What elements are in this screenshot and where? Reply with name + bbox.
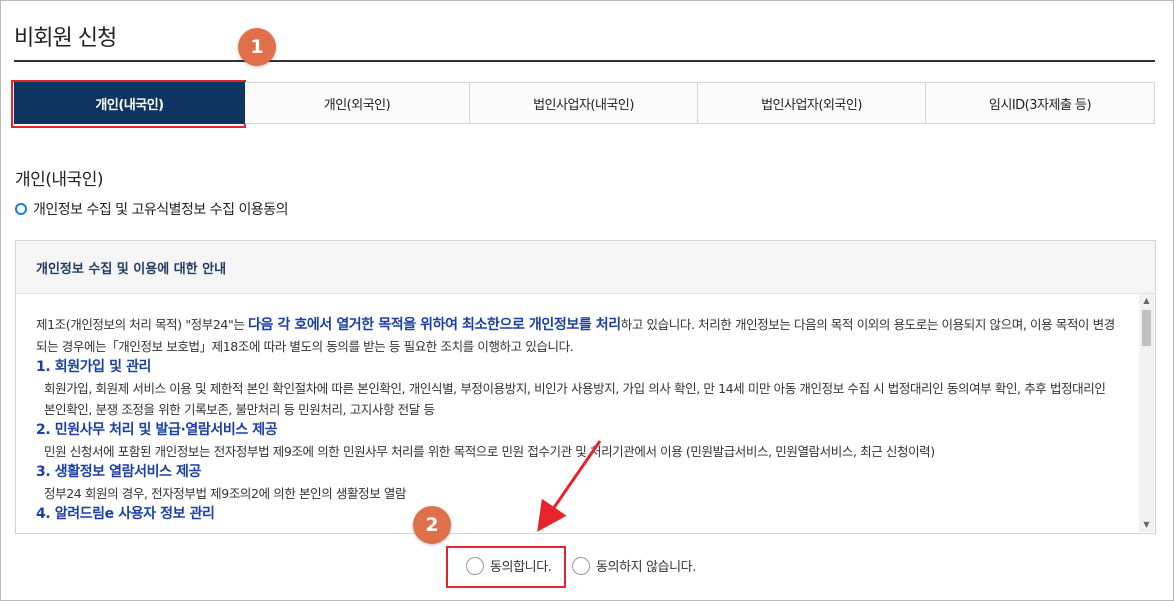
title-divider [14,60,1155,62]
notice-scroll-area[interactable]: 제1조(개인정보의 처리 목적) "정부24"는 다음 각 호에서 열거한 목적… [16,294,1139,532]
applicant-type-tabs: 개인(내국인) 개인(외국인) 법인사업자(내국인) 법인사업자(외국인) 임시… [14,82,1155,124]
intro-pre: 제1조(개인정보의 처리 목적) "정부24"는 [36,317,249,332]
tab-temporary-id[interactable]: 임시ID(3자제출 등) [926,82,1155,124]
tab-corporate-foreign[interactable]: 법인사업자(외국인) [698,82,926,124]
callout-badge-2: 2 [413,506,451,544]
notice-box: 개인정보 수집 및 이용에 대한 안내 제1조(개인정보의 처리 목적) "정부… [15,240,1156,534]
disagree-radio[interactable] [572,556,590,575]
item-title: 3. 생활정보 열람서비스 제공 [36,464,201,480]
scrollbar-thumb[interactable] [1142,310,1151,346]
disagree-label: 동의하지 않습니다. [596,560,696,575]
agree-radio[interactable] [466,556,484,575]
tab-corporate-domestic[interactable]: 법인사업자(내국인) [470,82,698,124]
scroll-up-arrow-icon[interactable]: ▲ [1139,294,1154,308]
page-title: 비회원 신청 [14,26,117,51]
intro-emphasis: 다음 각 호에서 열거한 목적을 위하여 최소한으로 개인정보를 처리 [248,317,621,333]
item-title: 1. 회원가입 및 관리 [36,359,152,375]
item-title: 2. 민원사무 처리 및 발급·열람서비스 제공 [36,422,278,438]
item-text: 정부24 회원의 경우, 전자정부법 제9조의2에 의한 본인의 생활정보 열람 [44,486,407,501]
notice-heading: 개인정보 수집 및 이용에 대한 안내 [16,241,1155,294]
consent-label: 개인정보 수집 및 고유식별정보 수집 이용동의 [15,199,288,219]
vertical-scrollbar[interactable]: ▲ ▼ [1139,294,1154,532]
tab-individual-foreign[interactable]: 개인(외국인) [245,82,470,124]
agree-option[interactable]: 동의합니다. [466,556,552,575]
item-text: 회원가입, 회원제 서비스 이용 및 제한적 본인 확인절차에 따른 본인확인,… [44,381,1106,417]
consent-label-text: 개인정보 수집 및 고유식별정보 수집 이용동의 [33,202,288,218]
scroll-down-arrow-icon[interactable]: ▼ [1139,518,1154,532]
item-title: 4. 알려드림e 사용자 정보 관리 [36,506,215,522]
disagree-option[interactable]: 동의하지 않습니다. [572,556,696,575]
tab-individual-domestic[interactable]: 개인(내국인) [14,82,245,124]
notice-intro: 제1조(개인정보의 처리 목적) "정부24"는 다음 각 호에서 열거한 목적… [36,314,1119,357]
callout-badge-1: 1 [238,28,276,66]
item-text: 민원 신청서에 포함된 개인정보는 전자정부법 제9조에 의한 민원사무 처리를… [44,444,935,459]
bullet-ring-icon [15,203,27,215]
section-title: 개인(내국인) [15,170,103,190]
agree-label: 동의합니다. [490,560,552,575]
